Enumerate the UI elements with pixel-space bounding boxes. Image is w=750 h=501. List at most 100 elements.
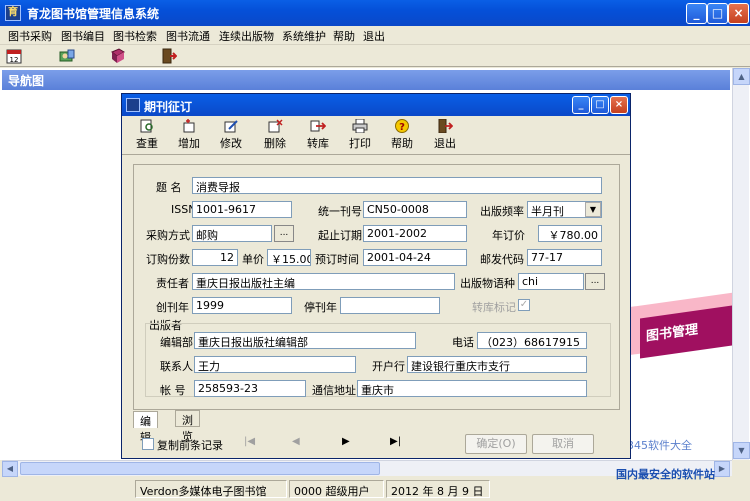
copy-prev-checkbox[interactable] <box>142 438 154 450</box>
tab-edit[interactable]: 编辑 <box>133 411 158 444</box>
annual-price-field[interactable]: ￥780.00 <box>538 225 602 242</box>
transfer-button[interactable]: 转库 <box>299 119 337 153</box>
transfer-flag-checkbox[interactable]: ✓ <box>518 299 530 311</box>
ceased-label: 停刊年 <box>304 301 337 314</box>
period-label: 起止订期 <box>318 229 362 242</box>
nav-panel-title: 导航图 <box>2 70 730 90</box>
editor-field[interactable]: 重庆日报出版社主编 <box>192 273 455 290</box>
svg-text:12: 12 <box>10 56 19 64</box>
svg-text:?: ? <box>399 122 405 133</box>
purchase-picker-button[interactable]: ... <box>274 225 294 242</box>
menu-help[interactable]: 帮助 <box>333 28 355 44</box>
copies-field[interactable]: 12 <box>192 249 238 266</box>
tab-browse[interactable]: 浏览 <box>175 410 200 443</box>
next-record-button[interactable]: ▶ <box>342 436 350 447</box>
edit-icon <box>224 120 238 133</box>
dedupe-label: 查重 <box>136 137 158 150</box>
help-button[interactable]: ? 帮助 <box>383 119 421 153</box>
exit-dialog-button[interactable]: 退出 <box>426 119 464 153</box>
dept-label: 编辑部 <box>160 336 193 349</box>
title-field[interactable]: 消费导报 <box>192 177 602 194</box>
contact-label: 联系人 <box>160 360 193 373</box>
print-button[interactable]: 打印 <box>341 119 379 153</box>
dialog-maximize-button[interactable]: □ <box>591 96 609 114</box>
postal-code-field[interactable]: 77-17 <box>527 249 602 266</box>
book-icon[interactable] <box>110 48 126 64</box>
prev-record-button[interactable]: ◀ <box>292 436 300 447</box>
menu-bar: 图书采购 图书编目 图书检索 图书流通 连续出版物 系统维护 帮助 退出 <box>0 26 750 45</box>
dedupe-button[interactable]: 查重 <box>128 119 166 153</box>
watermark-tagline: 国内最安全的软件站 <box>616 468 715 481</box>
unit-price-label: 单价 <box>242 253 264 266</box>
bank-label: 开户行 <box>372 360 405 373</box>
calendar-icon[interactable]: 12 <box>6 48 22 64</box>
app-icon: 育 <box>5 5 21 21</box>
language-field[interactable]: chi <box>518 273 584 290</box>
purchase-label: 采购方式 <box>146 229 190 242</box>
menu-search[interactable]: 图书检索 <box>113 28 157 44</box>
period-field[interactable]: 2001-2002 <box>363 225 467 242</box>
phone-label: 电话 <box>452 336 474 349</box>
scroll-left-icon[interactable]: ◀ <box>2 461 18 477</box>
annual-price-label: 年订价 <box>492 229 525 242</box>
language-picker-button[interactable]: ... <box>585 273 605 290</box>
menu-serials[interactable]: 连续出版物 <box>219 28 274 44</box>
exit-icon[interactable] <box>161 48 177 64</box>
order-time-field[interactable]: 2001-04-24 <box>363 249 467 266</box>
cancel-button[interactable]: 取消 <box>532 434 594 454</box>
add-icon <box>183 119 195 133</box>
vertical-scrollbar[interactable]: ▲ ▼ <box>732 68 750 460</box>
help-icon: ? <box>395 119 409 133</box>
contact-field[interactable]: 王力 <box>194 356 356 373</box>
menu-catalog[interactable]: 图书编目 <box>61 28 105 44</box>
transfer-icon <box>310 120 326 132</box>
add-button[interactable]: 增加 <box>170 119 208 153</box>
last-record-button[interactable]: ▶| <box>390 436 401 447</box>
maximize-button[interactable]: □ <box>707 3 728 24</box>
postal-code-label: 邮发代码 <box>480 253 524 266</box>
dialog-title: 期刊征订 <box>144 100 193 114</box>
cn-field[interactable]: CN50-0008 <box>363 201 467 218</box>
dialog-close-button[interactable]: × <box>610 96 628 114</box>
order-time-label: 预订时间 <box>315 253 359 266</box>
exit-label: 退出 <box>434 137 456 150</box>
scroll-up-icon[interactable]: ▲ <box>733 68 750 85</box>
menu-maintenance[interactable]: 系统维护 <box>282 28 326 44</box>
first-record-button[interactable]: |◀ <box>244 436 255 447</box>
users-icon[interactable] <box>59 48 75 64</box>
copy-prev-label: 复制前条记录 <box>157 439 223 452</box>
dialog-toolbar: 查重 增加 修改 删除 转库 打印 ? 帮助 退出 <box>122 117 630 155</box>
dept-field[interactable]: 重庆日报出版社编辑部 <box>194 332 416 349</box>
print-label: 打印 <box>349 137 371 150</box>
bank-field[interactable]: 建设银行重庆市支行 <box>407 356 587 373</box>
account-label: 帐 号 <box>160 384 186 397</box>
minimize-button[interactable]: _ <box>686 3 707 24</box>
issn-field[interactable]: 1001-9617 <box>192 201 292 218</box>
delete-button[interactable]: 删除 <box>256 119 294 153</box>
dialog-minimize-button[interactable]: _ <box>572 96 590 114</box>
exit-icon <box>438 119 453 133</box>
unit-price-field[interactable]: ￥15.00 <box>267 249 311 266</box>
address-field[interactable]: 重庆市 <box>357 380 587 397</box>
status-user: 0000 超级用户 <box>289 480 384 498</box>
founded-field[interactable]: 1999 <box>192 297 292 314</box>
close-button[interactable]: × <box>728 3 749 24</box>
scroll-right-icon[interactable]: ▶ <box>714 461 730 477</box>
phone-field[interactable]: （023）68617915 <box>477 332 587 349</box>
editor-label: 责任者 <box>156 277 189 290</box>
scroll-down-icon[interactable]: ▼ <box>733 442 750 459</box>
edit-button[interactable]: 修改 <box>212 119 250 153</box>
ok-button[interactable]: 确定(O) <box>465 434 527 454</box>
periodical-subscription-dialog: 期刊征订 _ □ × 查重 增加 修改 删除 转库 打印 ? 帮助 退出 题 名… <box>121 93 631 459</box>
chevron-down-icon[interactable]: ▼ <box>585 202 601 217</box>
menu-exit[interactable]: 退出 <box>363 28 385 44</box>
purchase-field[interactable]: 邮购 <box>192 225 272 242</box>
menu-purchase[interactable]: 图书采购 <box>8 28 52 44</box>
status-date: 2012 年 8 月 9 日 <box>386 480 490 498</box>
menu-circulation[interactable]: 图书流通 <box>166 28 210 44</box>
account-field[interactable]: 258593-23 <box>194 380 306 397</box>
main-toolbar: 12 <box>0 45 750 67</box>
ceased-field[interactable] <box>340 297 440 314</box>
scroll-thumb[interactable] <box>20 462 380 475</box>
dedupe-icon <box>140 119 153 133</box>
